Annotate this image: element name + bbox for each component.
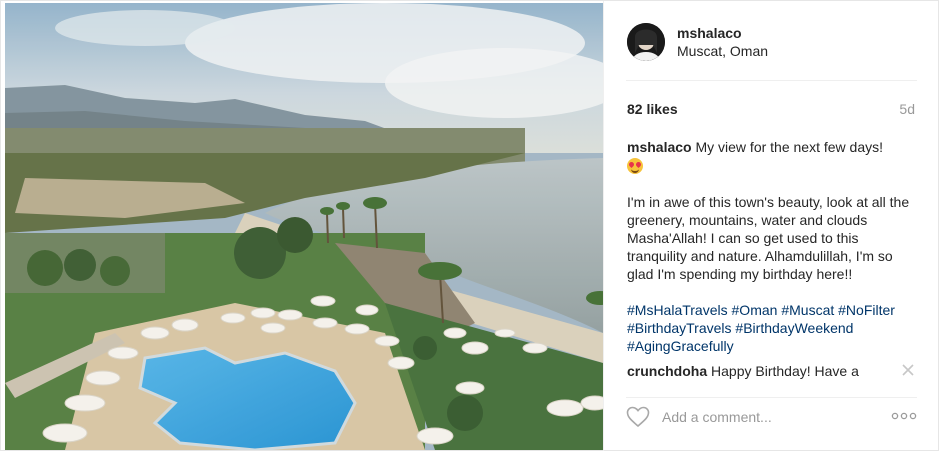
post-age[interactable]: 5d	[899, 101, 915, 117]
likes-count[interactable]: 82 likes	[627, 101, 678, 117]
heart-eyes-emoji-icon	[627, 158, 643, 174]
comment-text: Happy Birthday! Have a	[711, 363, 859, 379]
header-divider	[626, 80, 917, 81]
hashtag-link[interactable]: #BirthdayTravels	[627, 320, 732, 336]
close-icon[interactable]	[901, 363, 915, 377]
caption-body: I'm in awe of this town's beauty, look a…	[627, 194, 910, 282]
avatar[interactable]	[627, 23, 665, 61]
post-photo[interactable]	[5, 3, 603, 450]
avatar-image	[627, 23, 665, 61]
hashtag-link[interactable]: #Oman	[732, 302, 778, 318]
instagram-post: mshalaco Muscat, Oman 82 likes 5d mshala…	[0, 0, 939, 451]
add-comment-input[interactable]	[662, 407, 882, 427]
hashtag-link[interactable]: #BirthdayWeekend	[735, 320, 853, 336]
more-options-icon[interactable]	[891, 408, 917, 424]
comment-username[interactable]: crunchdoha	[627, 363, 707, 379]
photo-scene	[5, 3, 603, 450]
comment-item: crunchdoha Happy Birthday! Have a	[627, 362, 897, 380]
caption-line1: My view for the next few days!	[695, 139, 884, 155]
post-header: mshalaco Muscat, Oman	[604, 1, 939, 81]
hashtag-link[interactable]: #AgingGracefully	[627, 338, 734, 354]
caption-first-line: mshalaco My view for the next few days!	[627, 138, 917, 175]
caption-username[interactable]: mshalaco	[627, 139, 692, 155]
post-location[interactable]: Muscat, Oman	[677, 43, 768, 59]
hashtag-link[interactable]: #MsHalaTravels	[627, 302, 728, 318]
hashtag-link[interactable]: #NoFilter	[838, 302, 895, 318]
post-sidebar: mshalaco Muscat, Oman 82 likes 5d mshala…	[603, 1, 939, 451]
caption-block: mshalaco My view for the next few days! …	[627, 138, 917, 380]
hashtag-link[interactable]: #Muscat	[781, 302, 834, 318]
comment-footer	[604, 398, 939, 451]
post-username[interactable]: mshalaco	[677, 25, 742, 41]
heart-icon[interactable]	[626, 406, 650, 428]
caption-hashtags: #MsHalaTravels #Oman #Muscat #NoFilter #…	[627, 301, 917, 355]
